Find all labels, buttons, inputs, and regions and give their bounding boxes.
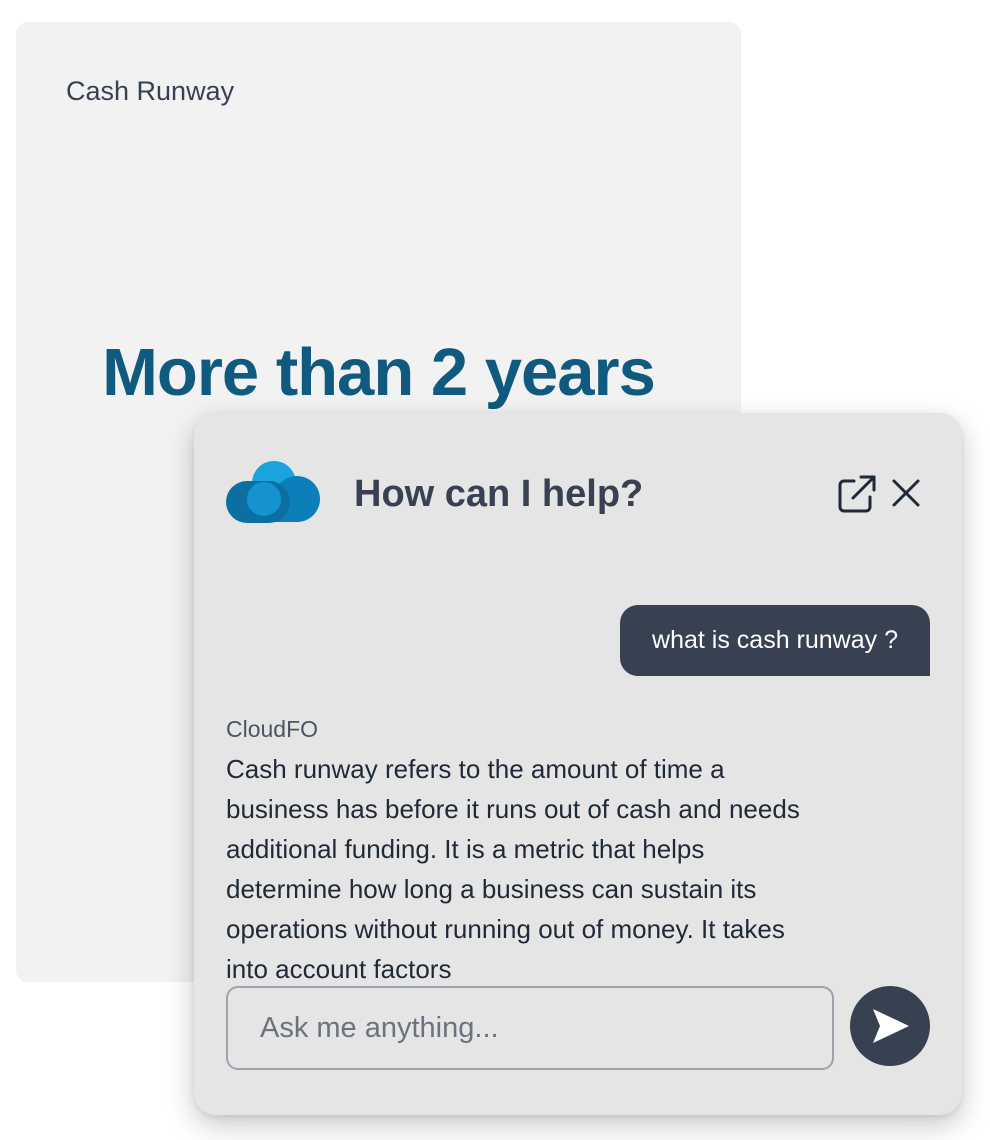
card-value: More than 2 years: [102, 335, 656, 410]
external-link-icon[interactable]: [836, 473, 878, 515]
card-title: Cash Runway: [66, 76, 235, 106]
chat-widget: How can I help? what is cash runway ? Cl…: [194, 413, 962, 1115]
assistant-message: Cash runway refers to the amount of time…: [226, 754, 800, 984]
cloud-logo: [224, 457, 324, 529]
close-icon[interactable]: [888, 475, 924, 511]
send-icon: [873, 1009, 909, 1043]
chat-input-wrapper: [226, 986, 834, 1070]
chat-title: How can I help?: [354, 473, 644, 515]
chat-input[interactable]: [228, 988, 832, 1068]
send-button[interactable]: [850, 986, 930, 1066]
user-message: what is cash runway ?: [620, 605, 930, 676]
assistant-name: CloudFO: [226, 716, 319, 742]
